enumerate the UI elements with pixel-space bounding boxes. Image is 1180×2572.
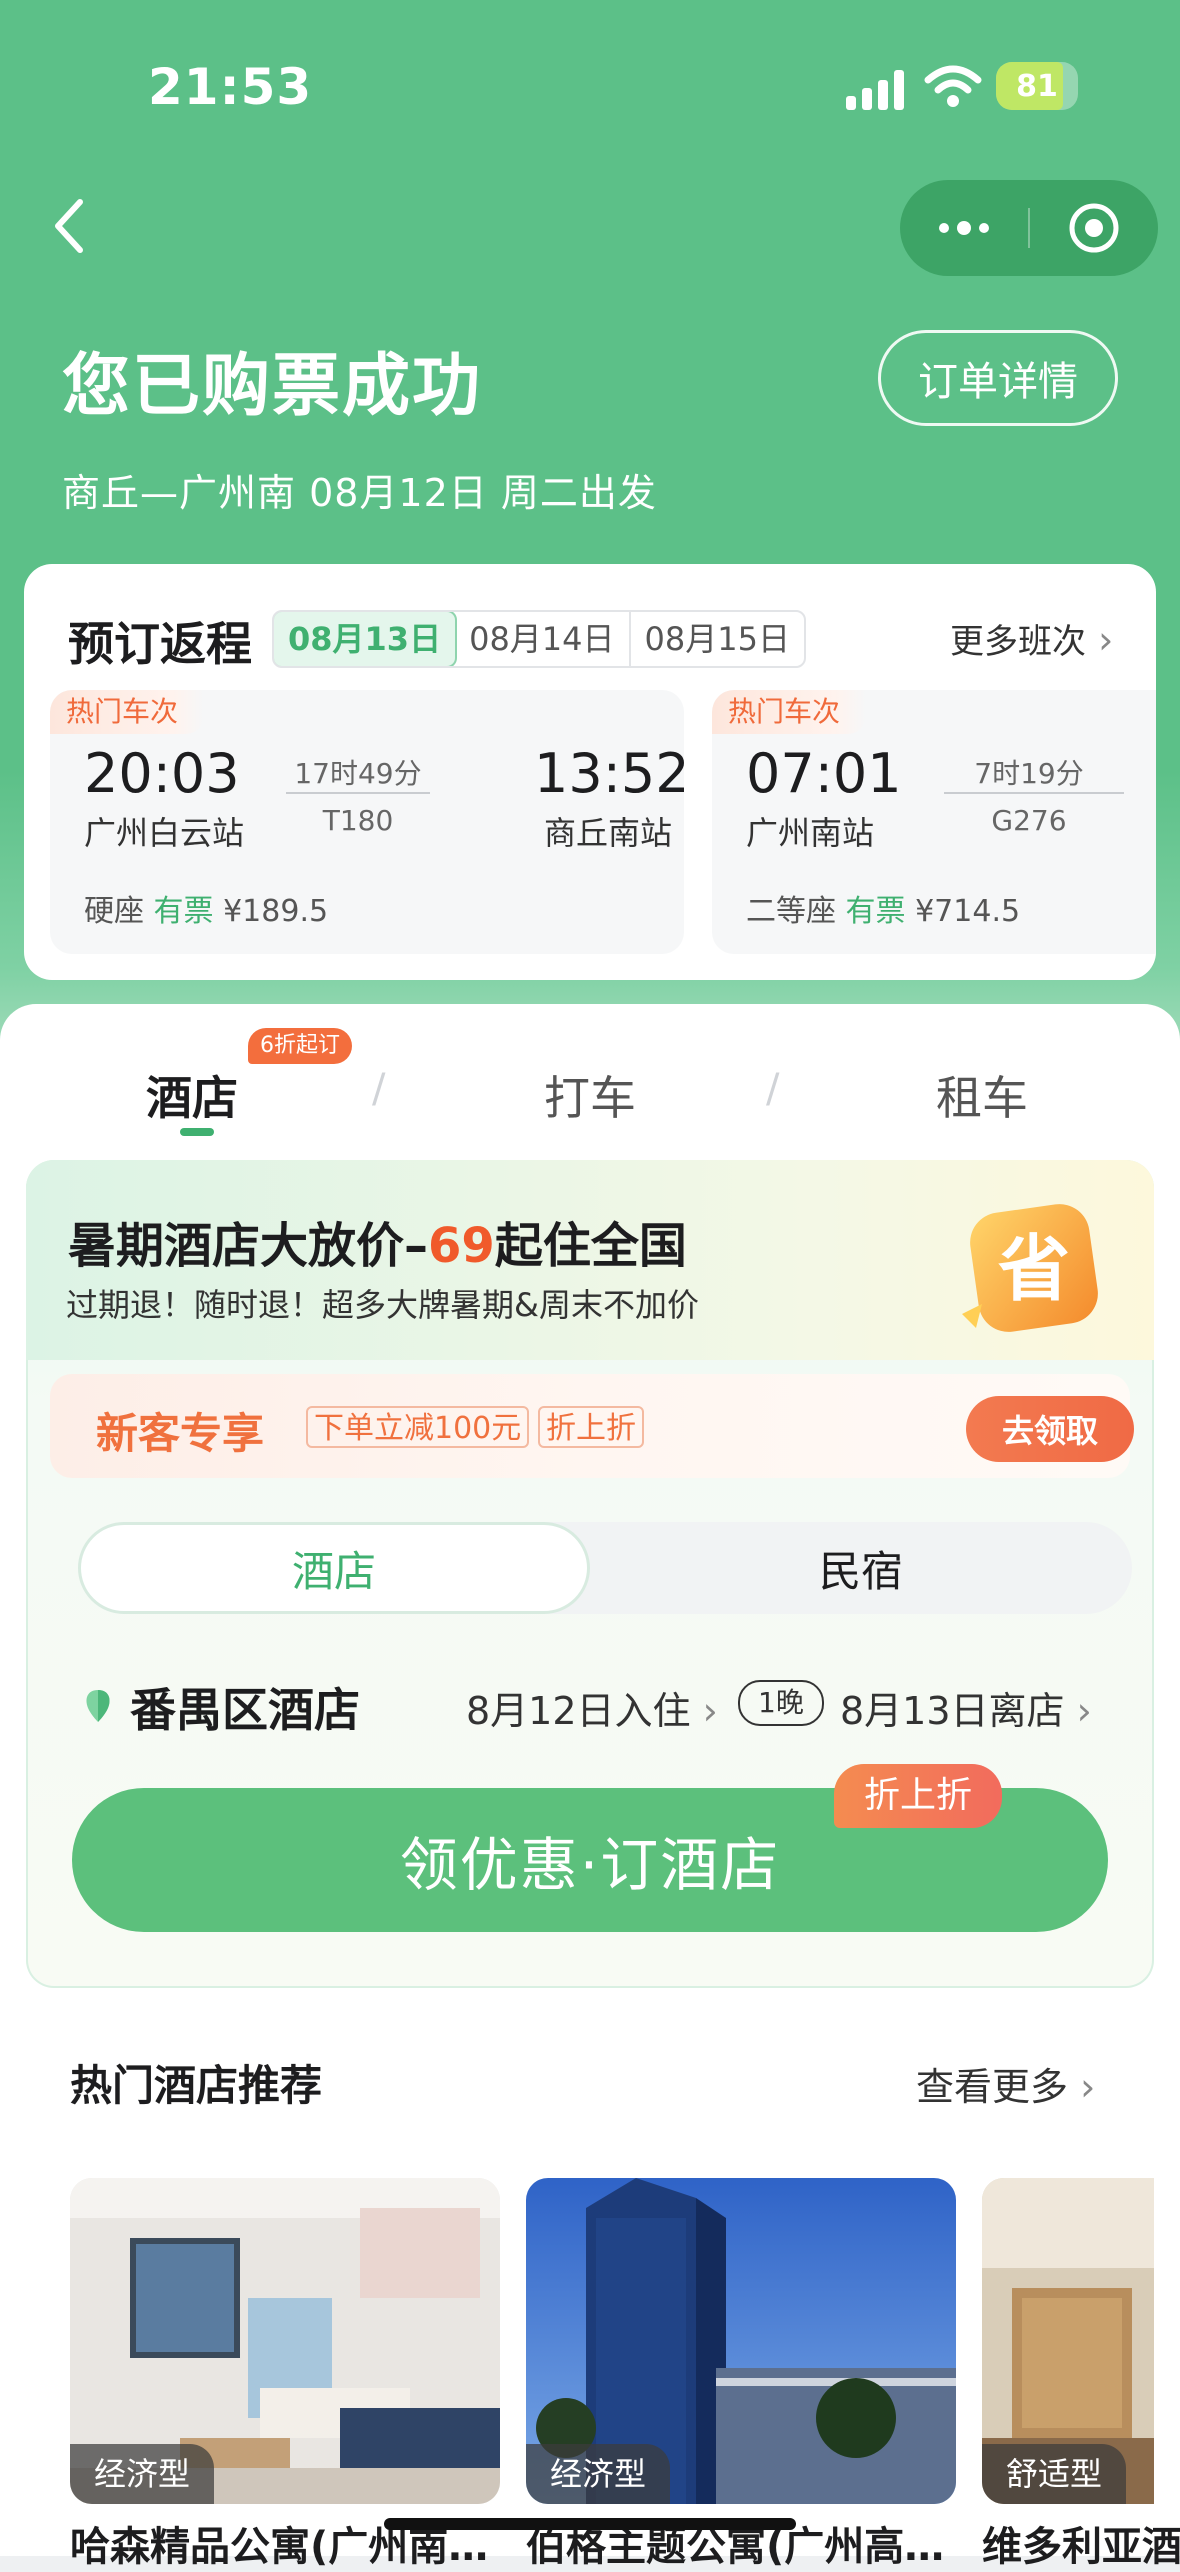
- promo-title: 暑期酒店大放价–69起住全国: [68, 1206, 687, 1276]
- segment-hotel[interactable]: 酒店: [78, 1522, 590, 1614]
- date-tab-0814[interactable]: 08月14日: [455, 612, 628, 666]
- promo-subtitle: 过期退！随时退！超多大牌暑期&周末不加价: [66, 1286, 699, 1324]
- order-details-button[interactable]: 订单详情: [878, 330, 1118, 426]
- trip-subtitle: 商丘—广州南 08月12日 周二出发: [62, 471, 657, 515]
- view-more-link[interactable]: 查看更多 ›: [916, 2056, 1095, 2111]
- location-pin-icon: [86, 1690, 110, 1722]
- hotel-card-1[interactable]: 经济型: [70, 2178, 500, 2504]
- tab-hotel[interactable]: 酒店: [146, 1062, 238, 1128]
- more-trips-link[interactable]: 更多班次 ›: [950, 614, 1113, 663]
- battery-icon: 81: [996, 62, 1078, 110]
- page-title: 您已购票成功: [62, 347, 483, 426]
- checkin-label: 8月12日入住: [466, 1689, 691, 1733]
- train-number: G276: [991, 804, 1067, 837]
- tab-rental[interactable]: 租车: [936, 1062, 1028, 1128]
- home-indicator: [384, 2518, 796, 2530]
- seat-type: 二等座: [746, 894, 836, 929]
- tab-taxi[interactable]: 打车: [544, 1062, 636, 1128]
- seat-price: 硬座 有票 ¥189.5: [84, 886, 328, 930]
- date-tabs: 08月13日 08月14日 08月15日: [272, 610, 806, 668]
- close-target-icon[interactable]: [1030, 180, 1158, 276]
- hotel-card-2[interactable]: 经济型: [526, 2178, 956, 2504]
- depart-station: 广州南站: [746, 814, 875, 852]
- tab-active-indicator: [180, 1128, 214, 1136]
- duration: 7时19分: [974, 757, 1084, 790]
- date-tab-0815[interactable]: 08月15日: [628, 612, 804, 666]
- arrive-time: 13:52: [534, 742, 684, 805]
- hot-train-tag: 热门车次: [712, 690, 867, 734]
- train-card-t180[interactable]: 热门车次 20:03 广州白云站 17时49分 T180 13:52 商丘南站 …: [50, 690, 684, 954]
- more-dots-icon[interactable]: [900, 180, 1028, 276]
- availability: 有票: [845, 894, 906, 929]
- seat-price: 二等座 有票 ¥714.5: [746, 886, 1020, 930]
- nights-count: 1晚: [738, 1680, 824, 1726]
- tab-divider: /: [766, 1066, 780, 1112]
- status-time: 21:53: [148, 58, 313, 116]
- arrive-station: 商丘南站: [544, 814, 673, 852]
- depart-time: 20:03: [84, 742, 240, 805]
- chevron-right-icon: ›: [1068, 2065, 1096, 2109]
- extra-discount-tag: 折上折: [538, 1406, 644, 1448]
- view-more-label: 查看更多: [916, 2065, 1069, 2109]
- tab-divider: /: [372, 1066, 386, 1112]
- seat-type: 硬座: [84, 894, 144, 929]
- cellular-signal-icon: [846, 70, 904, 110]
- sheng-char: 省: [998, 1227, 1070, 1311]
- more-trips-label: 更多班次: [950, 622, 1086, 662]
- depart-time: 07:01: [746, 742, 902, 805]
- destination-selector[interactable]: 番禺区酒店: [130, 1674, 360, 1740]
- new-customer-strip: 新客专享 下单立减100元 折上折 去领取: [50, 1374, 1134, 1478]
- segment-homestay[interactable]: 民宿: [590, 1522, 1132, 1614]
- promo-title-prefix: 暑期酒店大放价–: [68, 1218, 429, 1274]
- return-trip-title: 预订返程: [68, 617, 252, 671]
- cta-discount-badge: 折上折: [834, 1764, 1003, 1828]
- hotel-category: 经济型: [526, 2444, 671, 2504]
- battery-level: 81: [1016, 68, 1058, 104]
- save-coupon-icon: 省: [956, 1196, 1106, 1346]
- train-number: T180: [322, 804, 394, 837]
- new-customer-title: 新客专享: [96, 1409, 265, 1458]
- hotel-category: 经济型: [70, 2444, 215, 2504]
- miniprogram-capsule: [900, 180, 1158, 276]
- route-line: [944, 792, 1124, 794]
- route-line: [286, 792, 430, 794]
- price: ¥189.5: [223, 894, 329, 929]
- price: ¥714.5: [915, 894, 1021, 929]
- hotel-promo-card: 暑期酒店大放价–69起住全国 过期退！随时退！超多大牌暑期&周末不加价 省 新客…: [26, 1160, 1154, 1988]
- return-trip-card: 预订返程 08月13日 08月14日 08月15日 更多班次 › 热门车次 20…: [24, 564, 1156, 980]
- hotel-name[interactable]: 维多利亚酒: [982, 2514, 1180, 2572]
- discount-tag: 下单立减100元: [306, 1406, 530, 1448]
- back-arrow-icon[interactable]: [46, 196, 96, 256]
- hot-train-tag: 热门车次: [50, 690, 205, 734]
- promo-price: 69: [428, 1218, 495, 1274]
- hotel-category: 舒适型: [982, 2444, 1127, 2504]
- chevron-right-icon: ›: [690, 1689, 718, 1733]
- checkout-label: 8月13日离店: [840, 1689, 1065, 1733]
- hotel-card-3[interactable]: 舒适型: [982, 2178, 1154, 2504]
- wifi-icon: [924, 65, 982, 107]
- date-tab-0813[interactable]: 08月13日: [273, 612, 458, 666]
- chevron-right-icon: ›: [1064, 1689, 1092, 1733]
- discount-badge: 6折起订: [248, 1028, 352, 1064]
- depart-station: 广州白云站: [84, 814, 245, 852]
- availability: 有票: [153, 894, 214, 929]
- promo-title-suffix: 起住全国: [494, 1218, 687, 1274]
- train-card-g276[interactable]: 热门车次 07:01 广州南站 7时19分 G276 二等座 有票 ¥714.5: [712, 690, 1156, 954]
- duration: 17时49分: [294, 757, 422, 790]
- stay-type-toggle: 酒店 民宿: [78, 1522, 1132, 1614]
- recommend-title: 热门酒店推荐: [70, 2061, 323, 2110]
- claim-coupon-button[interactable]: 去领取: [966, 1396, 1134, 1462]
- checkin-date[interactable]: 8月12日入住 ›: [466, 1680, 718, 1735]
- chevron-right-icon: ›: [1086, 618, 1114, 662]
- checkout-date[interactable]: 8月13日离店 ›: [840, 1680, 1092, 1735]
